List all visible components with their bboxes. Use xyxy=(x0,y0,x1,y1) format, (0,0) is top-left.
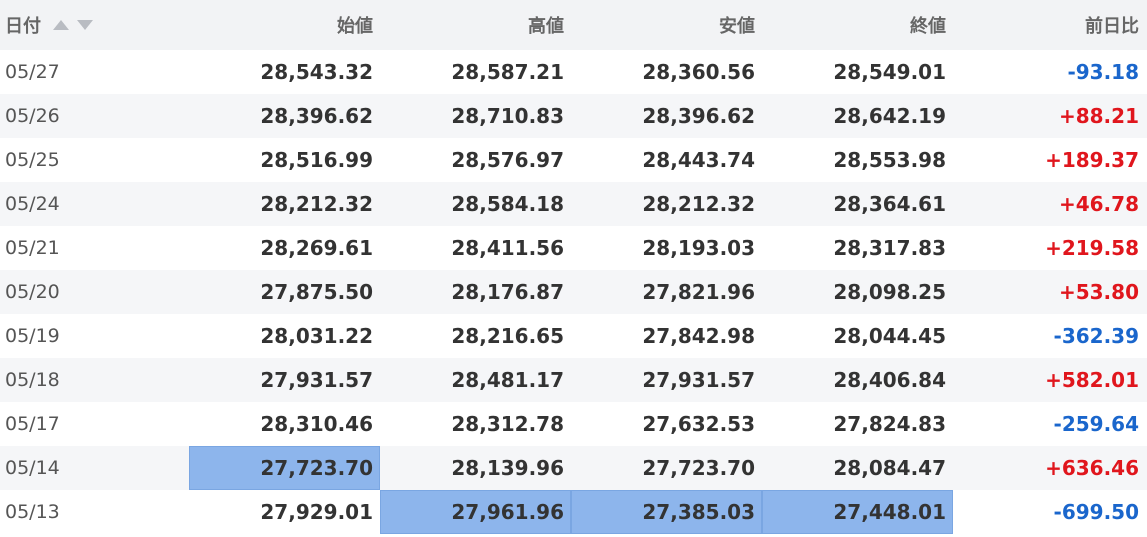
cell-open: 27,931.57 xyxy=(260,368,373,392)
cell-low: 27,632.53 xyxy=(642,412,755,436)
cell-date: 05/27 xyxy=(5,61,60,83)
header-close: 終値 xyxy=(910,16,946,37)
cell-high: 28,139.96 xyxy=(451,456,564,480)
table-row: 05/19 28,031.22 28,216.65 27,842.98 28,0… xyxy=(0,314,1147,358)
cell-low: 28,360.56 xyxy=(642,60,755,84)
cell-close: 27,824.83 xyxy=(833,412,946,436)
cell-date: 05/14 xyxy=(5,457,60,479)
cell-close: 28,549.01 xyxy=(833,60,946,84)
cell-high: 28,710.83 xyxy=(451,104,564,128)
cell-high: 28,176.87 xyxy=(451,280,564,304)
cell-close: 28,553.98 xyxy=(833,148,946,172)
cell-open: 28,310.46 xyxy=(260,412,373,436)
sort-ascending-icon[interactable] xyxy=(53,20,69,30)
cell-close: 28,098.25 xyxy=(833,280,946,304)
cell-change: +636.46 xyxy=(1045,456,1139,480)
cell-close: 28,642.19 xyxy=(833,104,946,128)
cell-open: 27,875.50 xyxy=(260,280,373,304)
cell-date: 05/18 xyxy=(5,369,60,391)
cell-change: +189.37 xyxy=(1045,148,1139,172)
cell-high: 28,576.97 xyxy=(451,148,564,172)
table-row: 05/21 28,269.61 28,411.56 28,193.03 28,3… xyxy=(0,226,1147,270)
cell-date: 05/21 xyxy=(5,237,60,259)
header-change: 前日比 xyxy=(1085,16,1139,37)
cell-date: 05/19 xyxy=(5,325,60,347)
cell-change: +46.78 xyxy=(1058,192,1139,216)
cell-change: +219.58 xyxy=(1045,236,1139,260)
cell-low: 28,193.03 xyxy=(642,236,755,260)
stock-price-table: 日付 始値 高値 安値 終値 前日比 05/27 28,543.32 28,58… xyxy=(0,0,1147,534)
cell-high: 28,216.65 xyxy=(451,324,564,348)
cell-low: 27,931.57 xyxy=(642,368,755,392)
table-row: 05/13 27,929.01 27,961.96 27,385.03 27,4… xyxy=(0,490,1147,534)
header-high: 高値 xyxy=(528,16,564,37)
cell-date: 05/26 xyxy=(5,105,60,127)
table-header-row: 日付 始値 高値 安値 終値 前日比 xyxy=(0,0,1147,50)
cell-low-selected[interactable]: 27,385.03 xyxy=(571,490,762,534)
cell-date: 05/20 xyxy=(5,281,60,303)
cell-date: 05/17 xyxy=(5,413,60,435)
cell-low: 28,212.32 xyxy=(642,192,755,216)
table-row: 05/25 28,516.99 28,576.97 28,443.74 28,5… xyxy=(0,138,1147,182)
table-row: 05/24 28,212.32 28,584.18 28,212.32 28,3… xyxy=(0,182,1147,226)
cell-change: +88.21 xyxy=(1058,104,1139,128)
cell-date: 05/13 xyxy=(5,501,60,523)
cell-change: -699.50 xyxy=(1053,500,1139,524)
cell-open: 28,269.61 xyxy=(260,236,373,260)
cell-close: 28,084.47 xyxy=(833,456,946,480)
table-row: 05/26 28,396.62 28,710.83 28,396.62 28,6… xyxy=(0,94,1147,138)
cell-low: 27,821.96 xyxy=(642,280,755,304)
cell-close: 28,044.45 xyxy=(833,324,946,348)
table-row: 05/20 27,875.50 28,176.87 27,821.96 28,0… xyxy=(0,270,1147,314)
cell-open: 27,929.01 xyxy=(260,500,373,524)
cell-high: 28,481.17 xyxy=(451,368,564,392)
cell-date: 05/25 xyxy=(5,149,60,171)
table-row: 05/14 27,723.70 28,139.96 27,723.70 28,0… xyxy=(0,446,1147,490)
cell-open-selected[interactable]: 27,723.70 xyxy=(189,446,380,490)
cell-open: 28,396.62 xyxy=(260,104,373,128)
cell-change: -93.18 xyxy=(1067,60,1139,84)
cell-close-selected[interactable]: 27,448.01 xyxy=(762,490,953,534)
cell-open: 28,543.32 xyxy=(260,60,373,84)
cell-close: 28,364.61 xyxy=(833,192,946,216)
header-date-label: 日付 xyxy=(5,16,41,37)
table-row: 05/27 28,543.32 28,587.21 28,360.56 28,5… xyxy=(0,50,1147,94)
cell-open: 28,031.22 xyxy=(260,324,373,348)
cell-high: 28,584.18 xyxy=(451,192,564,216)
cell-high: 28,587.21 xyxy=(451,60,564,84)
cell-change: +582.01 xyxy=(1045,368,1139,392)
header-open: 始値 xyxy=(337,16,373,37)
sort-controls[interactable] xyxy=(53,20,93,30)
cell-change: +53.80 xyxy=(1058,280,1139,304)
cell-date: 05/24 xyxy=(5,193,60,215)
cell-low: 28,396.62 xyxy=(642,104,755,128)
table-row: 05/18 27,931.57 28,481.17 27,931.57 28,4… xyxy=(0,358,1147,402)
sort-descending-icon[interactable] xyxy=(77,20,93,30)
cell-change: -362.39 xyxy=(1053,324,1139,348)
cell-low: 28,443.74 xyxy=(642,148,755,172)
cell-high: 28,411.56 xyxy=(451,236,564,260)
header-low: 安値 xyxy=(719,16,755,37)
cell-open: 28,516.99 xyxy=(260,148,373,172)
cell-close: 28,406.84 xyxy=(833,368,946,392)
cell-high: 28,312.78 xyxy=(451,412,564,436)
cell-low: 27,723.70 xyxy=(642,456,755,480)
table-row: 05/17 28,310.46 28,312.78 27,632.53 27,8… xyxy=(0,402,1147,446)
cell-high-selected[interactable]: 27,961.96 xyxy=(380,490,571,534)
cell-low: 27,842.98 xyxy=(642,324,755,348)
cell-close: 28,317.83 xyxy=(833,236,946,260)
cell-change: -259.64 xyxy=(1053,412,1139,436)
header-date[interactable]: 日付 xyxy=(0,0,189,50)
cell-open: 28,212.32 xyxy=(260,192,373,216)
